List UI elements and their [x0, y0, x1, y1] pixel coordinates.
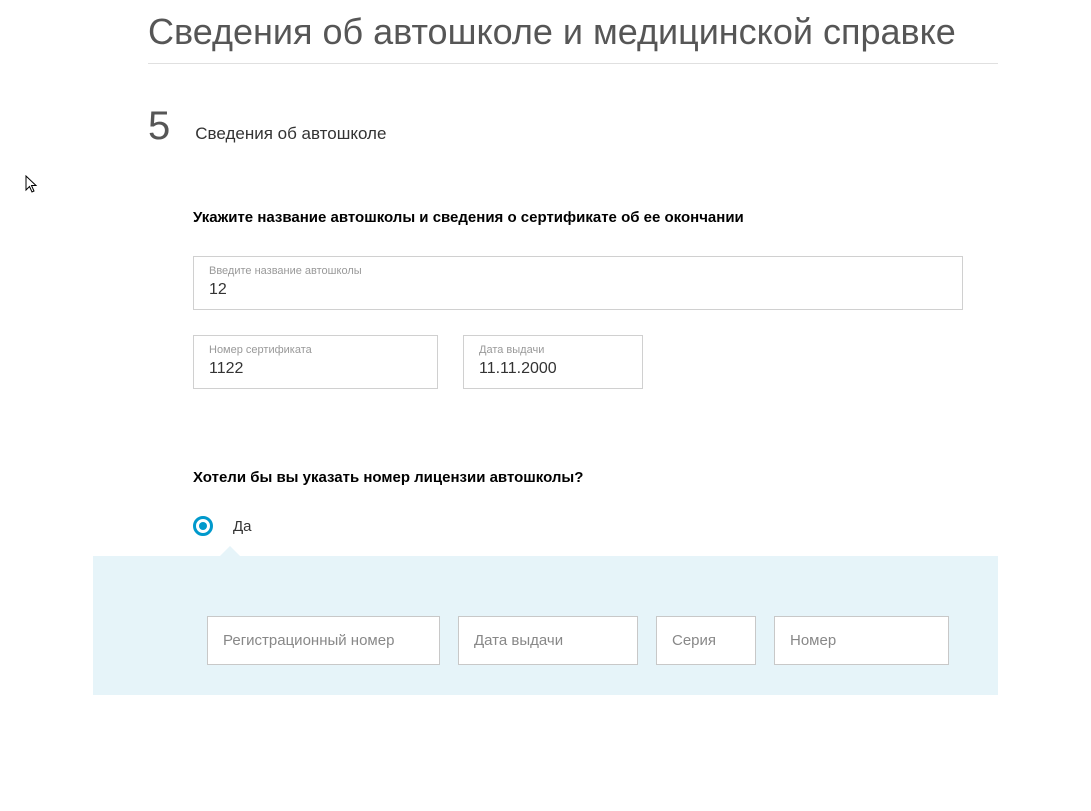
cert-date-label: Дата выдачи: [479, 344, 627, 356]
school-name-input[interactable]: [209, 281, 947, 299]
cert-number-label: Номер сертификата: [209, 344, 422, 356]
school-name-field-group[interactable]: Введите название автошколы: [193, 256, 963, 310]
reg-number-input[interactable]: [207, 616, 440, 665]
section-header: 5 Сведения об автошколе: [148, 104, 998, 149]
cert-date-input[interactable]: [479, 360, 627, 378]
radio-label-yes: Да: [233, 518, 252, 535]
section-number: 5: [148, 104, 170, 149]
radio-button-yes[interactable]: [193, 516, 213, 536]
radio-option-yes[interactable]: Да: [193, 516, 963, 536]
license-date-input[interactable]: [458, 616, 638, 665]
mouse-cursor-icon: [25, 175, 41, 200]
cert-number-field-group[interactable]: Номер сертификата: [193, 335, 438, 389]
license-details-panel: [93, 556, 998, 695]
radio-dot-icon: [199, 522, 207, 530]
school-name-label: Введите название автошколы: [209, 265, 947, 277]
page-title: Сведения об автошколе и медицинской спра…: [148, 0, 998, 64]
license-question: Хотели бы вы указать номер лицензии авто…: [193, 469, 963, 486]
cert-number-input[interactable]: [209, 360, 422, 378]
subsection-title: Укажите название автошколы и сведения о …: [193, 209, 963, 226]
section-title: Сведения об автошколе: [195, 124, 386, 144]
license-number-input[interactable]: [774, 616, 949, 665]
cert-date-field-group[interactable]: Дата выдачи: [463, 335, 643, 389]
license-series-input[interactable]: [656, 616, 756, 665]
